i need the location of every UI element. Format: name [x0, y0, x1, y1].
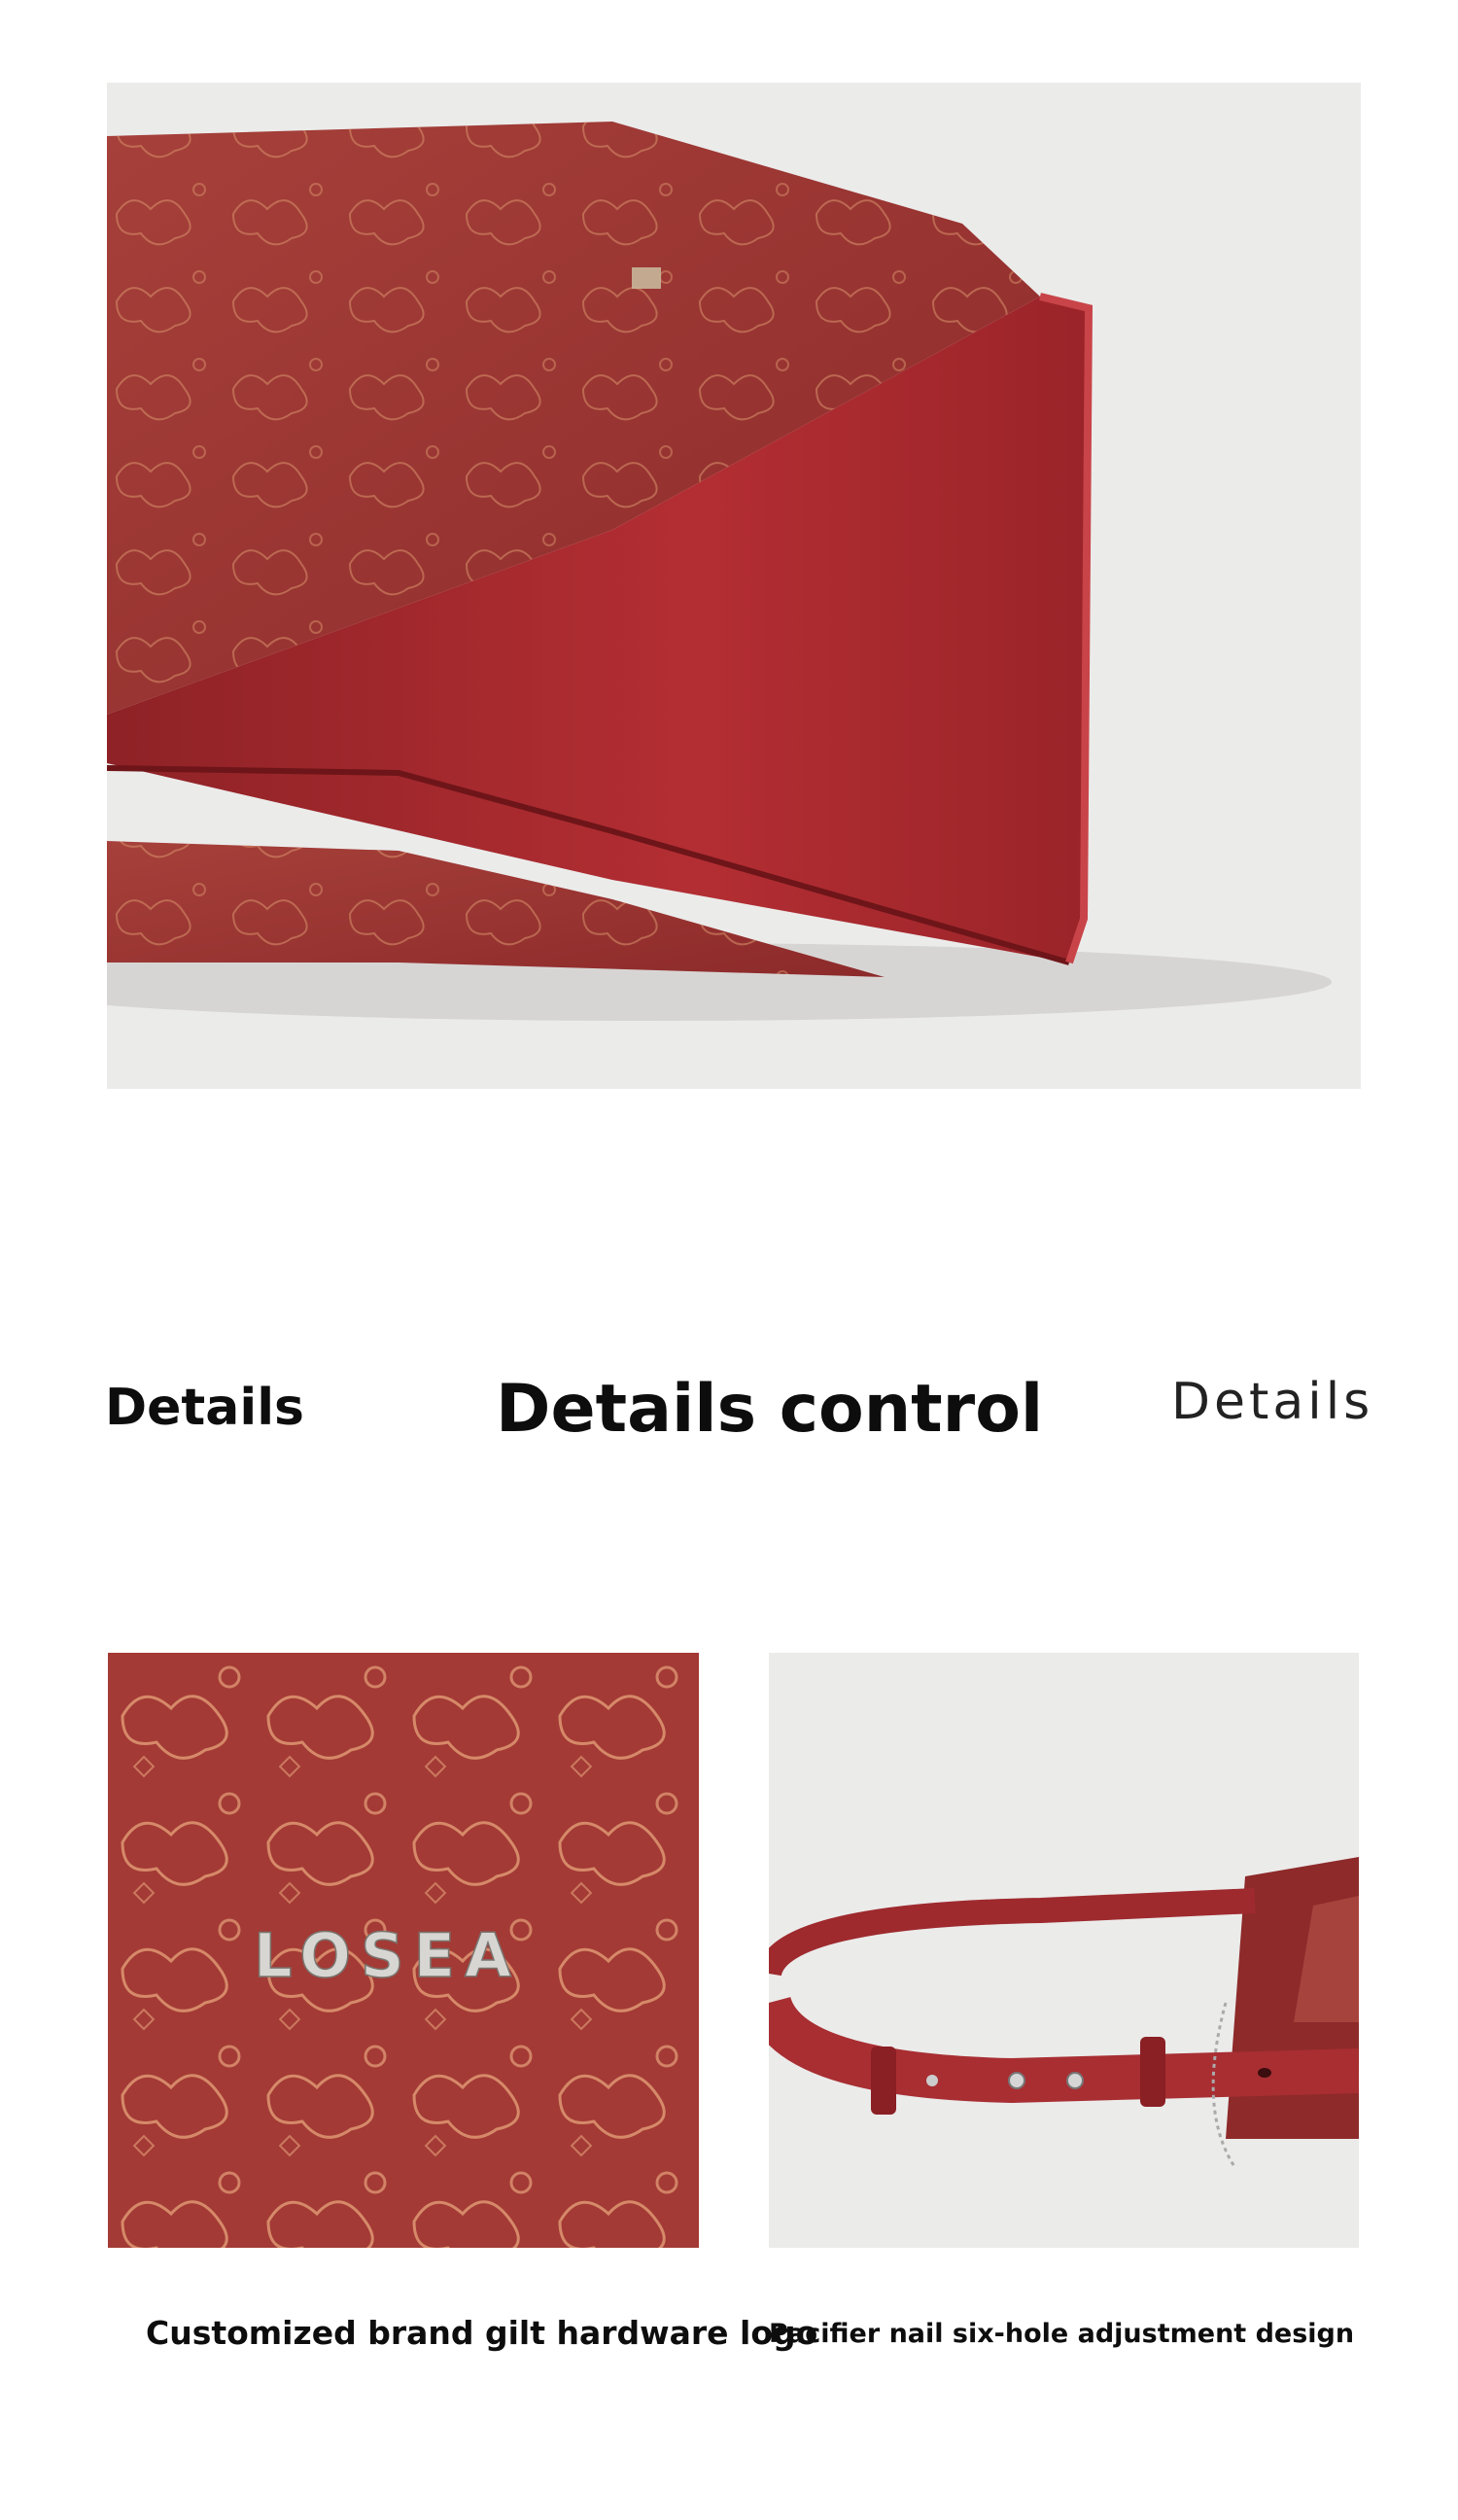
- bag-corner-image: [107, 83, 1361, 1089]
- logo-hardware-caption: Customized brand gilt hardware logo: [146, 2314, 818, 2352]
- logo-closeup-image: LOSEA: [108, 1653, 699, 2248]
- details-control-title: Details control: [496, 1371, 1044, 1448]
- strap-adjustment-caption: Pacifier nail six-hole adjustment design: [769, 2319, 1355, 2349]
- strap-image: [769, 1653, 1359, 2248]
- strap-adjustment-photo: [769, 1653, 1359, 2248]
- hero-bag-corner-photo: [107, 83, 1361, 1089]
- losea-logo-text: LOSEA: [254, 1920, 521, 1991]
- logo-hardware-photo: LOSEA: [108, 1653, 699, 2248]
- details-heading-right: Details: [1171, 1373, 1374, 1431]
- details-heading-left: Details: [105, 1379, 304, 1437]
